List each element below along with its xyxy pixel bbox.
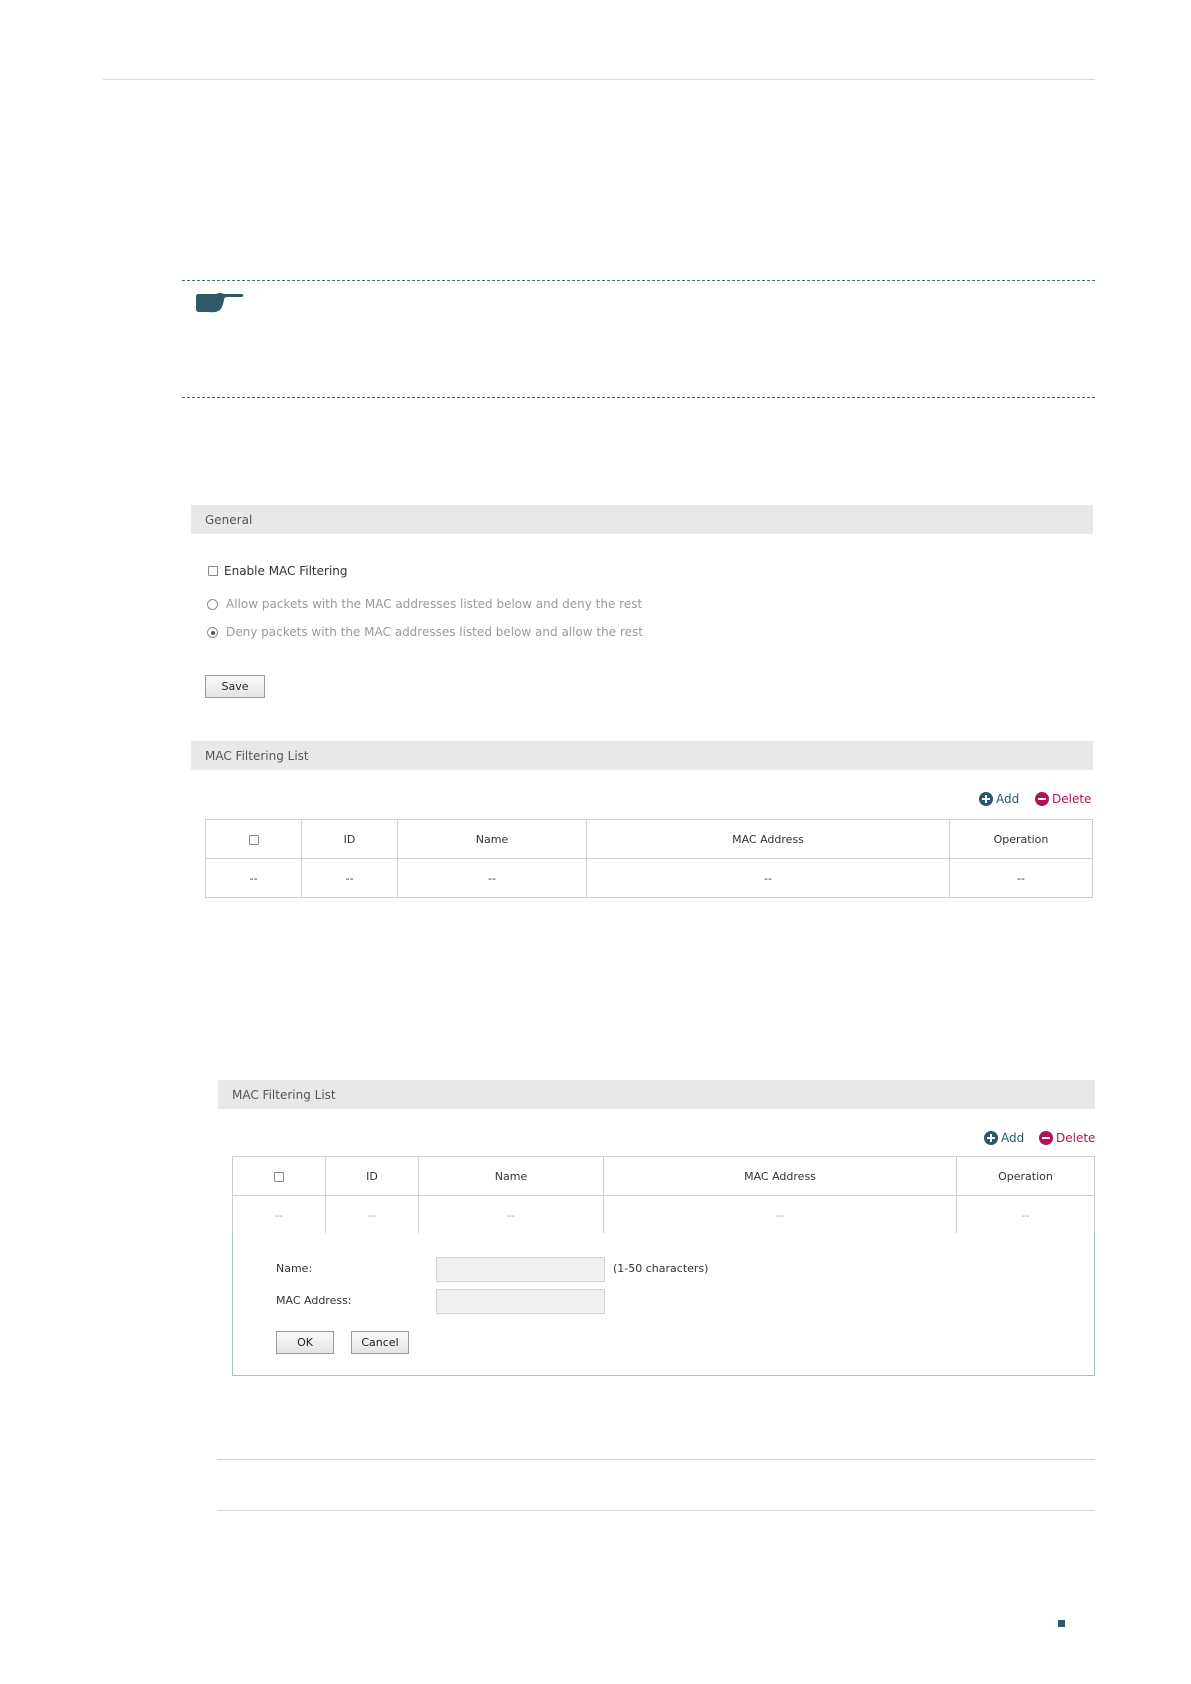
- note-top-divider: [182, 280, 1095, 281]
- allow-listed-label: Allow packets with the MAC addresses lis…: [226, 597, 643, 611]
- mac-filtering-table-edit: ID Name MAC Address Operation -- -- -- -…: [232, 1156, 1095, 1235]
- select-all-checkbox[interactable]: [248, 834, 259, 845]
- table-rule-top: [217, 1459, 1095, 1460]
- enable-mac-filtering-checkbox[interactable]: [208, 566, 218, 576]
- ok-button[interactable]: OK: [276, 1331, 334, 1354]
- table-cell: --: [586, 858, 950, 898]
- table-cell: --: [301, 858, 398, 898]
- select-all-checkbox[interactable]: [274, 1171, 284, 1182]
- enable-mac-filtering-label: Enable MAC Filtering: [224, 564, 348, 578]
- table-cell: --: [232, 1195, 326, 1235]
- table-row: -- -- -- -- --: [205, 858, 1093, 898]
- column-header-name: Name: [397, 819, 587, 859]
- note-bottom-divider: [182, 397, 1095, 398]
- allow-listed-radio[interactable]: [207, 599, 218, 610]
- column-header-operation: Operation: [949, 819, 1093, 859]
- table-cell: --: [956, 1195, 1095, 1235]
- top-rule: [103, 79, 1095, 80]
- cancel-button[interactable]: Cancel: [351, 1331, 409, 1354]
- table-cell: --: [325, 1195, 419, 1235]
- add-label: Add: [1001, 1131, 1025, 1145]
- column-header-id: ID: [325, 1156, 419, 1196]
- page-marker: [1058, 1620, 1065, 1627]
- column-header-operation: Operation: [956, 1156, 1095, 1196]
- add-button[interactable]: Add: [984, 1131, 1024, 1145]
- select-all-cell: [232, 1156, 326, 1196]
- select-all-cell: [205, 819, 302, 859]
- table-rule-bottom: [217, 1510, 1095, 1511]
- mac-address-input[interactable]: [436, 1289, 605, 1314]
- plus-circle-icon: [979, 792, 993, 806]
- column-header-mac-address: MAC Address: [603, 1156, 957, 1196]
- table-header-row: ID Name MAC Address Operation: [205, 819, 1093, 859]
- column-header-mac-address: MAC Address: [586, 819, 950, 859]
- delete-button[interactable]: Delete: [1039, 1131, 1095, 1145]
- mac-address-label: MAC Address:: [276, 1294, 352, 1307]
- column-header-id: ID: [301, 819, 398, 859]
- add-entry-panel: Name: (1-50 characters) MAC Address: OK …: [232, 1233, 1095, 1376]
- name-label: Name:: [276, 1262, 313, 1275]
- mac-list-edit-section-header: MAC Filtering List: [218, 1080, 1095, 1109]
- name-input[interactable]: [436, 1257, 605, 1282]
- add-label: Add: [996, 792, 1020, 806]
- deny-listed-radio[interactable]: [207, 627, 218, 638]
- pointing-hand-icon: [196, 293, 244, 313]
- plus-circle-icon: [984, 1131, 998, 1145]
- deny-listed-label: Deny packets with the MAC addresses list…: [226, 625, 643, 639]
- mac-list-section-title: MAC Filtering List: [205, 749, 309, 763]
- general-section-header: General: [191, 505, 1093, 534]
- table-cell: --: [397, 858, 587, 898]
- delete-label: Delete: [1056, 1131, 1096, 1145]
- add-button[interactable]: Add: [979, 792, 1019, 806]
- general-section-title: General: [205, 513, 253, 527]
- table-cell: --: [205, 858, 302, 898]
- table-cell: --: [603, 1195, 957, 1235]
- minus-circle-icon: [1035, 792, 1049, 806]
- column-header-name: Name: [418, 1156, 604, 1196]
- table-header-row: ID Name MAC Address Operation: [232, 1156, 1095, 1196]
- minus-circle-icon: [1039, 1131, 1053, 1145]
- table-row: -- -- -- -- --: [232, 1195, 1095, 1235]
- delete-button[interactable]: Delete: [1035, 792, 1091, 806]
- table-cell: --: [949, 858, 1093, 898]
- save-button[interactable]: Save: [205, 675, 265, 698]
- table-cell: --: [418, 1195, 604, 1235]
- delete-label: Delete: [1052, 792, 1092, 806]
- mac-list-edit-section-title: MAC Filtering List: [232, 1088, 336, 1102]
- mac-list-section-header: MAC Filtering List: [191, 741, 1093, 770]
- name-hint: (1-50 characters): [613, 1262, 709, 1275]
- mac-filtering-table: ID Name MAC Address Operation -- -- -- -…: [205, 819, 1093, 898]
